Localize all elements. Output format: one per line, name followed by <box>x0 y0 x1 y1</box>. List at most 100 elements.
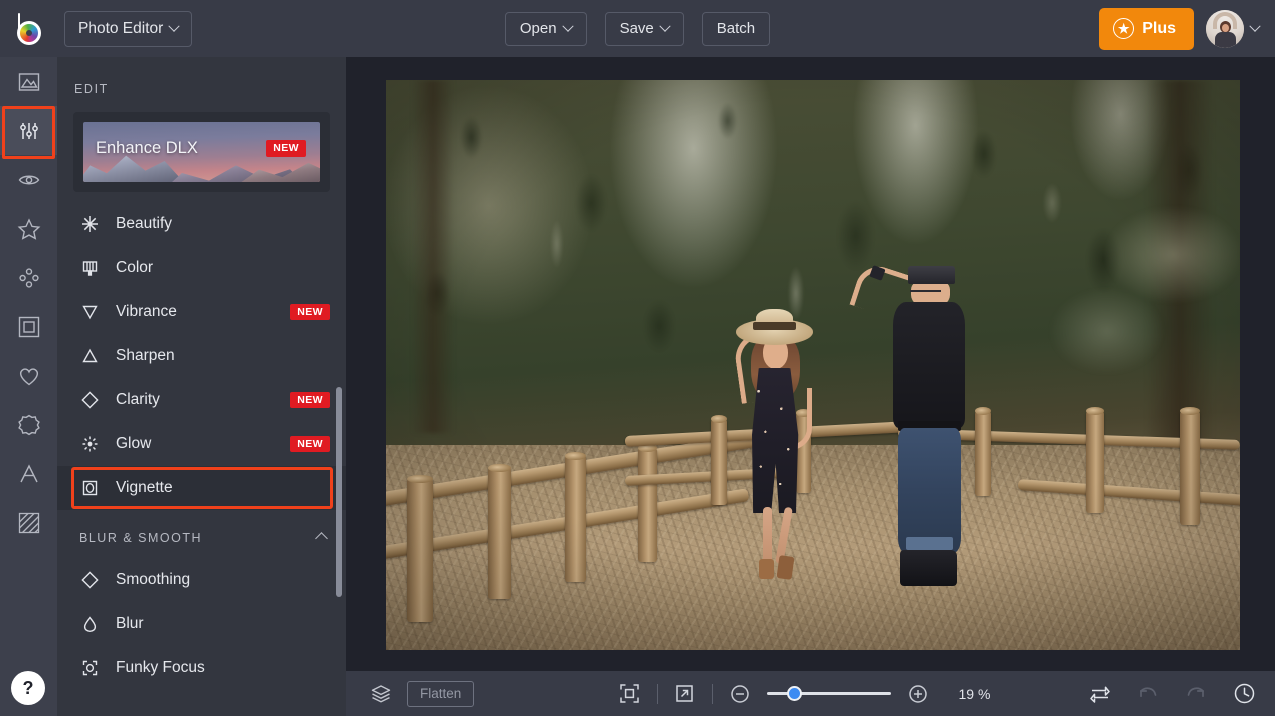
menu-item-blur[interactable]: Blur <box>57 602 346 646</box>
chevron-down-icon <box>1249 20 1260 31</box>
photo-canvas[interactable] <box>386 80 1240 650</box>
open-label: Open <box>520 20 557 37</box>
promo-image: Enhance DLX NEW <box>83 122 320 182</box>
enhance-dlx-promo[interactable]: Enhance DLX NEW <box>73 112 330 192</box>
save-button[interactable]: Save <box>605 12 684 46</box>
history-clock-icon[interactable] <box>1231 681 1257 707</box>
bottom-toolbar: Flatten <box>346 671 1275 716</box>
sidebar-item-touchup[interactable] <box>0 155 57 204</box>
star-icon: ★ <box>1113 18 1134 39</box>
menu-item-label: Beautify <box>116 215 330 233</box>
sidebar-item-overlays[interactable] <box>0 351 57 400</box>
left-icon-rail: ? <box>0 57 57 716</box>
promo-label: Enhance DLX <box>96 139 198 158</box>
sidebar-item-photos[interactable] <box>0 57 57 106</box>
menu-item-vibrance[interactable]: Vibrance NEW <box>57 290 346 334</box>
color-icon <box>79 259 101 277</box>
menu-item-label: Smoothing <box>116 571 330 589</box>
photo-vignette-overlay <box>386 80 1240 650</box>
zoom-in-button[interactable] <box>905 681 931 707</box>
chevron-down-icon <box>659 20 670 31</box>
sidebar-item-effects[interactable] <box>0 204 57 253</box>
chevron-down-icon <box>562 20 573 31</box>
chevron-down-icon <box>169 20 180 31</box>
layers-icon[interactable] <box>368 681 394 707</box>
diamond-icon <box>79 571 101 589</box>
panel-scrollbar[interactable] <box>336 387 342 597</box>
app-name-dropdown[interactable]: Photo Editor <box>64 11 192 47</box>
promo-new-badge: NEW <box>266 140 306 157</box>
menu-item-label: Funky Focus <box>116 659 330 677</box>
save-label: Save <box>620 20 654 37</box>
new-badge: NEW <box>290 304 330 321</box>
zoom-out-button[interactable] <box>727 681 753 707</box>
menu-item-label: Vignette <box>116 479 330 497</box>
flatten-button[interactable]: Flatten <box>407 681 474 707</box>
sun-icon <box>79 435 101 453</box>
section-label: BLUR & SMOOTH <box>79 531 317 545</box>
logo-color-wheel <box>20 24 38 42</box>
top-right-actions: ★ Plus <box>1099 0 1259 57</box>
avatar-body <box>1215 32 1236 48</box>
sidebar-item-graphics[interactable] <box>0 400 57 449</box>
redo-icon[interactable] <box>1183 681 1209 707</box>
vignette-icon <box>79 479 101 497</box>
section-blur-and-smooth[interactable]: BLUR & SMOOTH <box>57 518 346 558</box>
menu-item-color[interactable]: Color <box>57 246 346 290</box>
top-toolbar: Photo Editor Open Save Batch ★ Plus <box>0 0 1275 57</box>
menu-item-sharpen[interactable]: Sharpen <box>57 334 346 378</box>
triangle-up-icon <box>79 347 101 365</box>
app-name-label: Photo Editor <box>78 20 163 38</box>
bottom-right-group <box>1087 681 1257 707</box>
menu-item-label: Clarity <box>116 391 290 409</box>
zoom-slider[interactable] <box>767 687 891 701</box>
expand-icon[interactable] <box>672 681 698 707</box>
photo-editor-app: Photo Editor Open Save Batch ★ Plus <box>0 0 1275 716</box>
menu-item-label: Sharpen <box>116 347 330 365</box>
focus-icon <box>79 659 101 677</box>
zoom-slider-track <box>767 692 891 695</box>
menu-item-vignette[interactable]: Vignette <box>57 466 346 510</box>
plus-label: Plus <box>1142 20 1176 38</box>
account-menu[interactable] <box>1206 10 1259 48</box>
menu-item-label: Glow <box>116 435 290 453</box>
new-badge: NEW <box>290 392 330 409</box>
help-button[interactable]: ? <box>11 671 45 705</box>
edit-menu: Beautify Color Vibranc <box>57 202 346 690</box>
menu-item-beautify[interactable]: Beautify <box>57 202 346 246</box>
undo-icon[interactable] <box>1135 681 1161 707</box>
compare-icon[interactable] <box>1087 681 1113 707</box>
menu-item-funky-focus[interactable]: Funky Focus <box>57 646 346 690</box>
zoom-slider-knob[interactable] <box>787 686 802 701</box>
sidebar-item-textures[interactable] <box>0 498 57 547</box>
menu-item-clarity[interactable]: Clarity NEW <box>57 378 346 422</box>
menu-item-smoothing[interactable]: Smoothing <box>57 558 346 602</box>
batch-button[interactable]: Batch <box>702 12 770 46</box>
divider <box>712 684 713 704</box>
sidebar-item-artsy[interactable] <box>0 253 57 302</box>
help-label: ? <box>23 678 34 699</box>
sidebar-item-text[interactable] <box>0 449 57 498</box>
zoom-level-value: 19 % <box>959 686 1005 702</box>
flatten-label: Flatten <box>420 686 461 701</box>
menu-item-label: Color <box>116 259 330 277</box>
menu-item-label: Vibrance <box>116 303 290 321</box>
batch-label: Batch <box>717 20 755 37</box>
sidebar-item-edit[interactable] <box>0 106 57 155</box>
avatar-face <box>1222 24 1229 32</box>
plus-upgrade-button[interactable]: ★ Plus <box>1099 8 1194 50</box>
triangle-down-icon <box>79 303 101 321</box>
open-button[interactable]: Open <box>505 12 587 46</box>
avatar[interactable] <box>1206 10 1244 48</box>
sidebar-item-frames[interactable] <box>0 302 57 351</box>
flower-icon <box>79 215 101 233</box>
chevron-up-icon <box>315 532 328 545</box>
divider <box>657 684 658 704</box>
new-badge: NEW <box>290 436 330 453</box>
canvas-area[interactable] <box>346 57 1275 671</box>
menu-item-glow[interactable]: Glow NEW <box>57 422 346 466</box>
app-logo[interactable] <box>0 0 57 57</box>
droplet-icon <box>79 615 101 633</box>
menu-item-label: Blur <box>116 615 330 633</box>
fit-to-screen-icon[interactable] <box>617 681 643 707</box>
